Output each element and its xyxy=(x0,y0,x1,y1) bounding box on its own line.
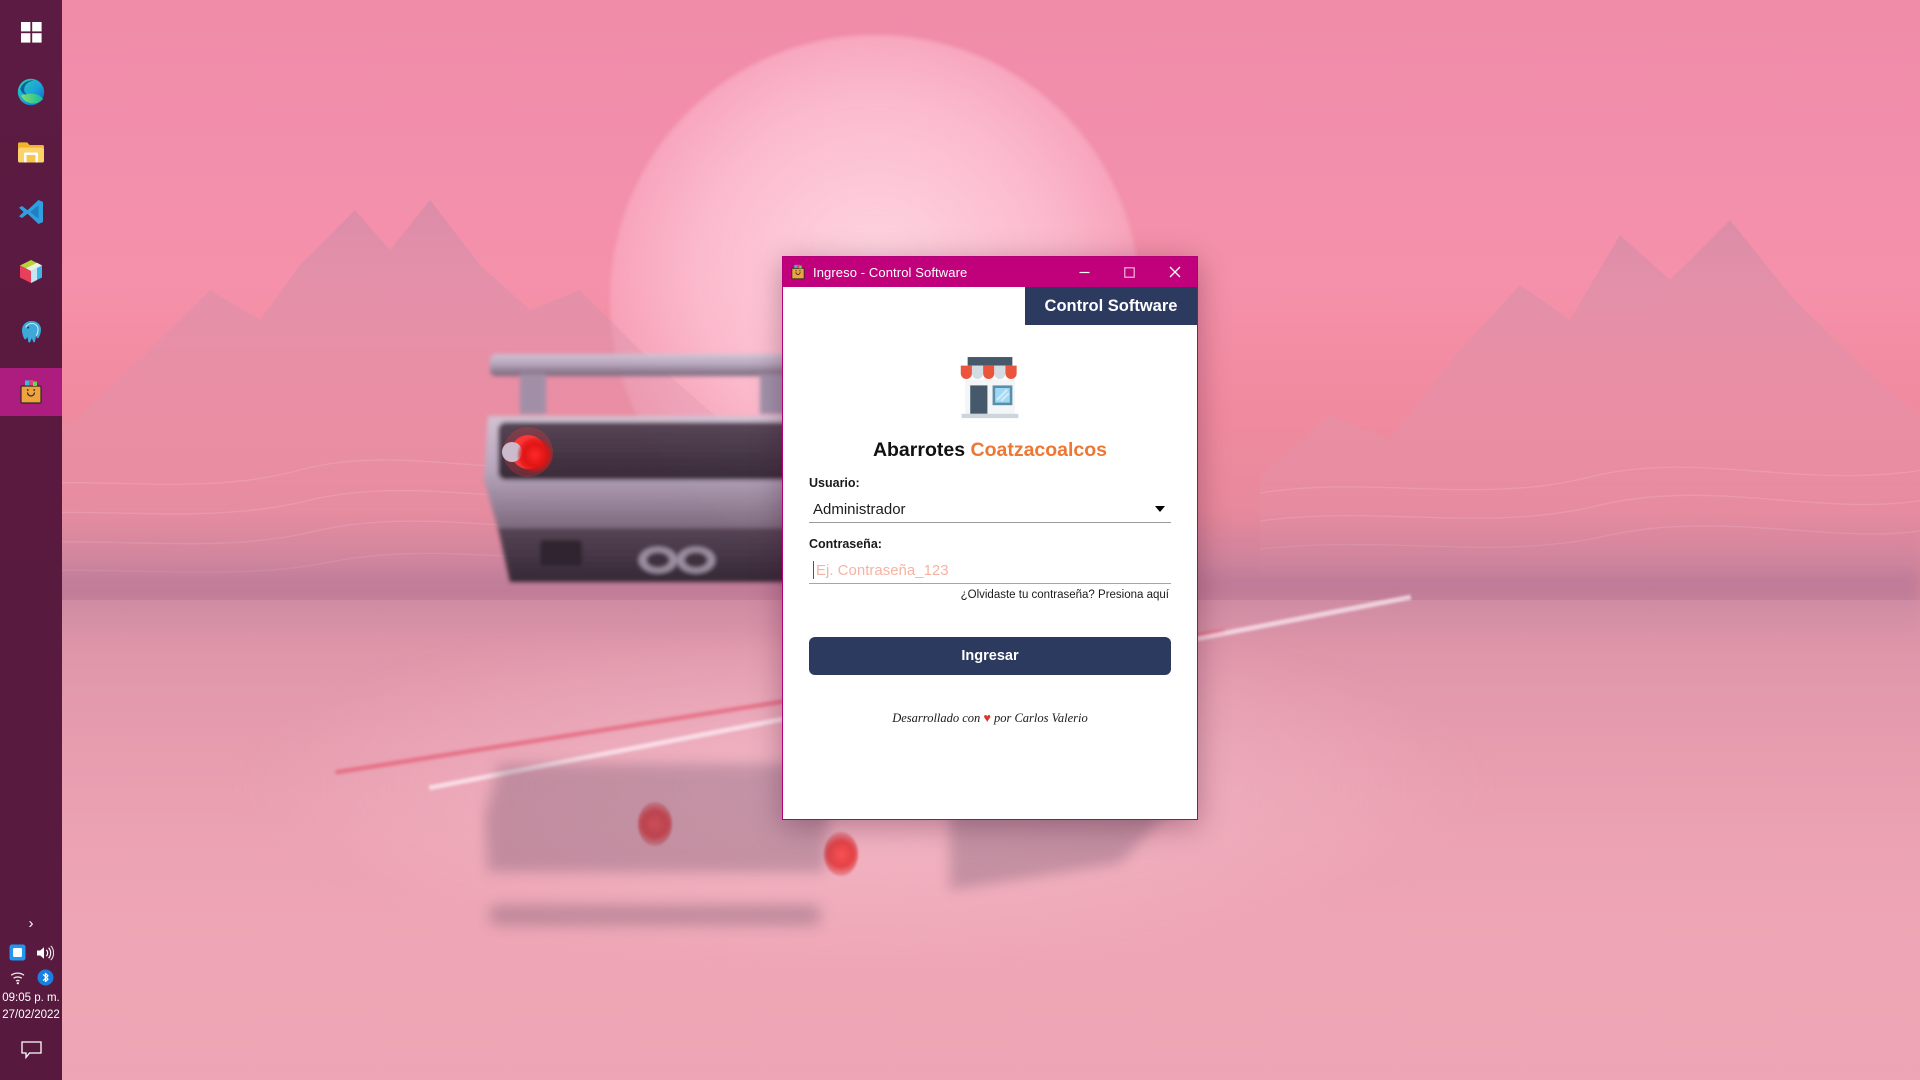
brand-primary: Abarrotes xyxy=(872,439,966,461)
brand-title: Abarrotes Coatzacoalcos xyxy=(873,439,1107,462)
tray-row-bottom xyxy=(0,965,62,990)
shopping-bag-icon xyxy=(791,264,805,280)
close-button[interactable] xyxy=(1152,257,1197,287)
taskbar-item-3d-viewer[interactable] xyxy=(0,248,62,296)
login-content: Abarrotes Coatzacoalcos Usuario: Adminis… xyxy=(783,325,1197,819)
elephant-icon xyxy=(22,321,41,343)
storefront-icon xyxy=(960,357,1019,419)
folder-icon xyxy=(18,142,44,163)
developer-credit: Desarrollado con ♥ por Carlos Valerio xyxy=(892,711,1088,726)
close-icon xyxy=(1169,266,1180,278)
wallpaper-mountain-right xyxy=(1260,220,1920,575)
maximize-button[interactable] xyxy=(1107,257,1152,287)
taskbar-item-file-explorer[interactable] xyxy=(0,128,62,176)
start-button[interactable] xyxy=(0,8,62,56)
password-placeholder: Ej. Contraseña_123 xyxy=(816,561,949,579)
heart-icon: ♥ xyxy=(983,711,991,725)
forgot-password-link[interactable]: ¿Olvidaste tu contraseña? Presiona aquí xyxy=(809,589,1171,601)
tray-clock[interactable]: 09:05 p. m. 27/02/2022 xyxy=(0,990,62,1030)
tray-clock-date: 27/02/2022 xyxy=(2,1009,60,1021)
submit-button[interactable]: Ingresar xyxy=(809,637,1171,675)
app-banner: Control Software xyxy=(1025,287,1197,325)
tray-bluetooth-icon[interactable] xyxy=(37,969,54,986)
shopping-bag-icon xyxy=(20,380,42,404)
taskbar-item-edge[interactable] xyxy=(0,68,62,116)
taskbar-item-vscode[interactable] xyxy=(0,188,62,236)
windows-logo-icon xyxy=(20,21,42,43)
brand-secondary: Coatzacoalcos xyxy=(970,439,1108,461)
password-field-block: Contraseña: Ej. Contraseña_123 ¿Olvidast… xyxy=(809,537,1171,601)
password-label: Contraseña: xyxy=(809,537,882,551)
password-input[interactable]: Ej. Contraseña_123 xyxy=(809,557,1171,584)
user-label: Usuario: xyxy=(809,476,860,490)
text-caret xyxy=(813,561,814,579)
tray-row-top xyxy=(0,940,62,965)
window-title: Ingreso - Control Software xyxy=(813,264,968,280)
cube-3d-icon xyxy=(20,260,42,283)
window-titlebar[interactable]: Ingreso - Control Software xyxy=(783,257,1197,287)
car-taillight-left xyxy=(518,438,552,472)
action-center-icon xyxy=(20,1041,42,1059)
minimize-icon xyxy=(1079,271,1090,273)
maximize-icon xyxy=(1124,266,1135,278)
taskbar-item-control-software[interactable] xyxy=(0,368,62,416)
tray-display-icon[interactable] xyxy=(9,944,26,961)
tray-network-icon[interactable] xyxy=(9,970,27,985)
credit-prefix: Desarrollado con xyxy=(892,711,984,725)
action-center-button[interactable] xyxy=(0,1030,62,1070)
user-field-block: Usuario: Administrador xyxy=(809,476,1171,523)
tray-expand-chevron-icon[interactable]: › xyxy=(0,906,62,940)
login-window: Ingreso - Control Software Control Softw… xyxy=(782,256,1198,820)
vs-code-icon xyxy=(19,200,43,224)
tray-volume-icon[interactable] xyxy=(36,945,54,961)
chevron-down-icon xyxy=(1155,506,1165,512)
user-selected-value: Administrador xyxy=(813,500,906,518)
microsoft-edge-icon xyxy=(17,78,45,106)
tray-clock-time: 09:05 p. m. xyxy=(2,992,60,1004)
taskbar: › 09:05 p. m. 27/02/2022 xyxy=(0,0,62,1080)
desktop: › 09:05 p. m. 27/02/2022 Ingreso - Contr… xyxy=(0,0,1920,1080)
taskbar-item-postgresql[interactable] xyxy=(0,308,62,356)
user-select[interactable]: Administrador xyxy=(809,496,1171,523)
banner-row: Control Software xyxy=(783,287,1197,325)
minimize-button[interactable] xyxy=(1062,257,1107,287)
credit-suffix: por Carlos Valerio xyxy=(990,711,1088,725)
